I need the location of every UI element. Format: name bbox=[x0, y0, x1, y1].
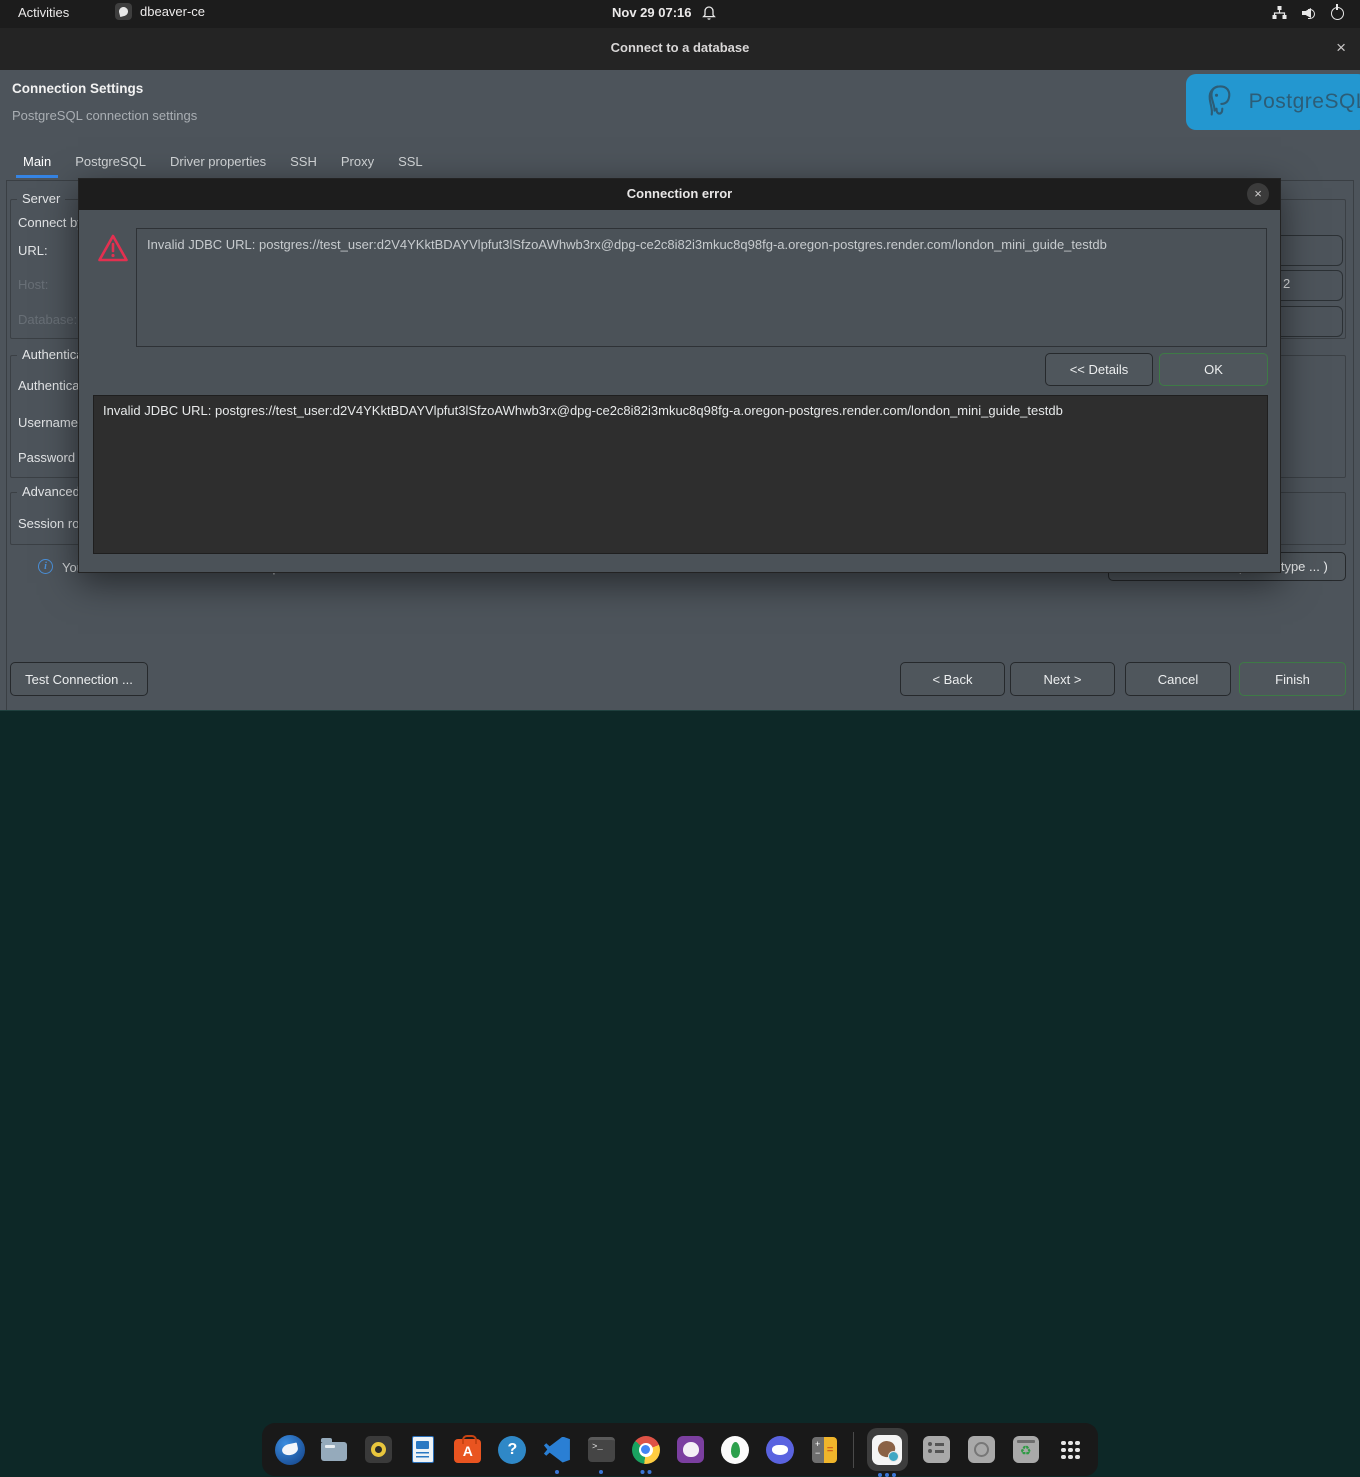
postgresql-logo-text: PostgreSQL bbox=[1249, 90, 1360, 114]
next-button[interactable]: Next > bbox=[1010, 662, 1115, 696]
window-title: Connect to a database bbox=[0, 40, 1360, 55]
terminal-icon bbox=[588, 1437, 615, 1462]
tab-proxy[interactable]: Proxy bbox=[338, 152, 377, 177]
page-subtitle: PostgreSQL connection settings bbox=[12, 108, 197, 123]
running-indicator bbox=[555, 1470, 559, 1474]
mongodb-icon bbox=[721, 1436, 749, 1464]
disks-icon bbox=[968, 1436, 995, 1463]
calculator-icon bbox=[812, 1437, 837, 1463]
system-top-bar: Activities dbeaver-ce Nov 29 07:16 bbox=[0, 0, 1360, 28]
focused-app-name: dbeaver-ce bbox=[140, 4, 205, 19]
network-icon bbox=[1272, 6, 1287, 20]
password-label: Password bbox=[18, 450, 75, 465]
dock-item-discord[interactable] bbox=[764, 1433, 796, 1466]
back-button[interactable]: < Back bbox=[900, 662, 1005, 696]
dock-item-calculator[interactable] bbox=[808, 1433, 840, 1466]
power-icon bbox=[1331, 7, 1344, 20]
github-icon bbox=[677, 1436, 704, 1463]
url-label: URL: bbox=[18, 243, 48, 258]
warning-icon bbox=[97, 233, 129, 263]
port-value: 2 bbox=[1283, 276, 1290, 291]
dock-item-settings[interactable] bbox=[921, 1433, 953, 1466]
page-title: Connection Settings bbox=[12, 81, 143, 96]
dock-item-libreoffice-writer[interactable] bbox=[408, 1433, 440, 1466]
dock-item-files[interactable] bbox=[319, 1433, 351, 1466]
volume-icon bbox=[1302, 7, 1316, 19]
dock-item-terminal[interactable] bbox=[586, 1433, 618, 1466]
libreoffice-writer-icon bbox=[412, 1436, 434, 1463]
tab-postgresql[interactable]: PostgreSQL bbox=[72, 152, 149, 177]
database-label: Database: bbox=[18, 312, 77, 327]
advanced-group-label: Advanced bbox=[17, 484, 85, 499]
running-indicator bbox=[640, 1470, 651, 1474]
cancel-button[interactable]: Cancel bbox=[1125, 662, 1231, 696]
running-indicator bbox=[878, 1473, 896, 1477]
postgresql-logo: PostgreSQL bbox=[1186, 74, 1360, 130]
running-indicator bbox=[599, 1470, 603, 1474]
dock-item-trash[interactable]: ♻ bbox=[1010, 1433, 1042, 1466]
tab-ssl[interactable]: SSL bbox=[395, 152, 426, 177]
window-close-button[interactable]: × bbox=[1336, 39, 1346, 57]
connect-by-label: Connect by bbox=[18, 215, 84, 230]
tab-main[interactable]: Main bbox=[20, 152, 54, 177]
dock-item-dbeaver[interactable] bbox=[867, 1428, 908, 1471]
details-toggle-button[interactable]: << Details bbox=[1045, 353, 1153, 386]
clock-menu[interactable]: Nov 29 07:16 bbox=[612, 5, 716, 20]
focused-app-menu[interactable]: dbeaver-ce bbox=[115, 3, 205, 20]
ok-button[interactable]: OK bbox=[1159, 353, 1268, 386]
dock-item-chrome[interactable] bbox=[630, 1433, 662, 1466]
system-status-menu[interactable] bbox=[1272, 6, 1344, 20]
dock-separator bbox=[853, 1432, 854, 1468]
postgresql-elephant-icon bbox=[1204, 82, 1241, 122]
ubuntu-software-icon: A bbox=[454, 1439, 481, 1463]
activities-button[interactable]: Activities bbox=[18, 5, 69, 20]
server-group-label: Server bbox=[17, 191, 65, 206]
files-icon bbox=[321, 1442, 347, 1461]
test-connection-button[interactable]: Test Connection ... bbox=[10, 662, 148, 696]
error-details-text[interactable]: Invalid JDBC URL: postgres://test_user:d… bbox=[93, 395, 1268, 554]
dock-item-vscode[interactable] bbox=[541, 1433, 573, 1466]
info-icon: i bbox=[38, 559, 53, 574]
error-dialog-title-bar[interactable]: Connection error × bbox=[79, 179, 1280, 210]
discord-icon bbox=[766, 1436, 794, 1464]
tab-ssh[interactable]: SSH bbox=[287, 152, 320, 177]
error-message-box: Invalid JDBC URL: postgres://test_user:d… bbox=[136, 228, 1267, 347]
host-label: Host: bbox=[18, 277, 48, 292]
error-dialog-title: Connection error bbox=[79, 186, 1280, 201]
finish-button[interactable]: Finish bbox=[1239, 662, 1346, 696]
error-dialog-close-button[interactable]: × bbox=[1247, 183, 1269, 205]
dbeaver-icon bbox=[872, 1435, 902, 1465]
username-label: Username bbox=[18, 415, 78, 430]
dock-item-help[interactable] bbox=[497, 1433, 529, 1466]
settings-icon bbox=[923, 1436, 950, 1463]
window-title-bar[interactable]: Connect to a database × bbox=[0, 28, 1360, 70]
dock-item-rhythmbox[interactable] bbox=[363, 1433, 395, 1466]
settings-tab-bar: Main PostgreSQL Driver properties SSH Pr… bbox=[20, 152, 426, 177]
dock-item-ubuntu-software[interactable]: A bbox=[452, 1433, 484, 1466]
vscode-icon bbox=[544, 1437, 570, 1463]
dock-item-thunderbird[interactable] bbox=[274, 1433, 306, 1466]
wizard-header: Connection Settings PostgreSQL connectio… bbox=[0, 70, 1360, 140]
dock-item-app-grid[interactable] bbox=[1055, 1433, 1087, 1466]
desktop-background: A ♻ bbox=[0, 710, 1360, 768]
dock-item-mongodb-compass[interactable] bbox=[719, 1433, 751, 1466]
dbeaver-app-icon bbox=[115, 3, 132, 20]
trash-icon: ♻ bbox=[1013, 1436, 1039, 1463]
thunderbird-icon bbox=[275, 1435, 305, 1465]
dock-item-github[interactable] bbox=[675, 1433, 707, 1466]
notification-bell-icon bbox=[702, 5, 716, 20]
clock-text: Nov 29 07:16 bbox=[612, 5, 692, 20]
tab-driver-properties[interactable]: Driver properties bbox=[167, 152, 269, 177]
app-grid-icon bbox=[1060, 1440, 1080, 1460]
connection-error-dialog: Connection error × Invalid JDBC URL: pos… bbox=[78, 178, 1281, 573]
dock-item-disks[interactable] bbox=[965, 1433, 997, 1466]
help-icon bbox=[498, 1436, 526, 1464]
chrome-icon bbox=[632, 1436, 660, 1464]
dock: A ♻ bbox=[262, 1423, 1098, 1476]
rhythmbox-icon bbox=[365, 1436, 392, 1463]
